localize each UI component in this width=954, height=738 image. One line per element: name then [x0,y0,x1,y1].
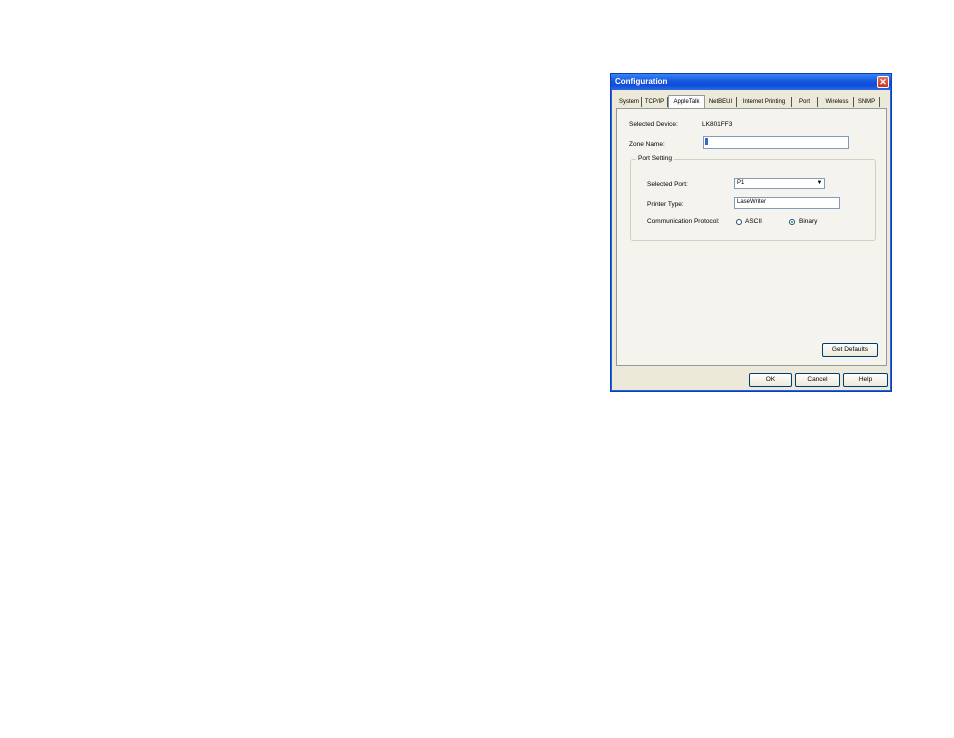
tab-wireless[interactable]: Wireless [821,97,854,107]
configuration-dialog: Configuration ✕ System TCP/IP AppleTalk … [610,73,892,392]
chevron-down-icon[interactable]: ▼ [815,179,824,187]
close-icon[interactable]: ✕ [877,76,889,88]
selected-port-select[interactable]: P1 ▼ [734,178,825,189]
port-setting-title: Port Setting [636,155,674,162]
communication-protocol-label: Communication Protocol: [647,218,720,225]
text-cursor [705,138,708,145]
tab-internet-printing[interactable]: Internet Printing [737,97,792,107]
radio-binary[interactable] [789,219,795,225]
selected-device-value: LK801FF3 [702,121,733,128]
tab-snmp[interactable]: SNMP [854,97,880,107]
port-setting-group: Port Setting Selected Port: P1 ▼ Printer… [630,155,876,241]
zone-name-label: Zone Name: [629,141,665,148]
radio-ascii[interactable] [736,219,742,225]
radio-binary-label: Binary [799,218,818,225]
help-button[interactable]: Help [843,373,888,387]
zone-name-input[interactable] [703,136,849,149]
appletalk-panel: Selected Device: LK801FF3 Zone Name: Por… [616,108,887,366]
printer-type-label: Printer Type: [647,201,684,208]
get-defaults-button[interactable]: Get Defaults [822,343,878,357]
cancel-button[interactable]: Cancel [795,373,840,387]
tab-system[interactable]: System [617,97,642,107]
ok-button[interactable]: OK [749,373,792,387]
radio-ascii-label: ASCII [745,218,762,225]
printer-type-input[interactable]: LaseWriter [734,197,840,209]
title-bar[interactable]: Configuration ✕ [611,74,891,90]
tab-port[interactable]: Port [792,97,818,107]
selected-port-label: Selected Port: [647,181,688,188]
dialog-title: Configuration [615,77,668,86]
tab-tcpip[interactable]: TCP/IP [642,97,668,107]
selected-device-label: Selected Device: [629,121,678,128]
tab-appletalk[interactable]: AppleTalk [668,95,705,108]
tab-netbeui[interactable]: NetBEUI [705,97,737,107]
